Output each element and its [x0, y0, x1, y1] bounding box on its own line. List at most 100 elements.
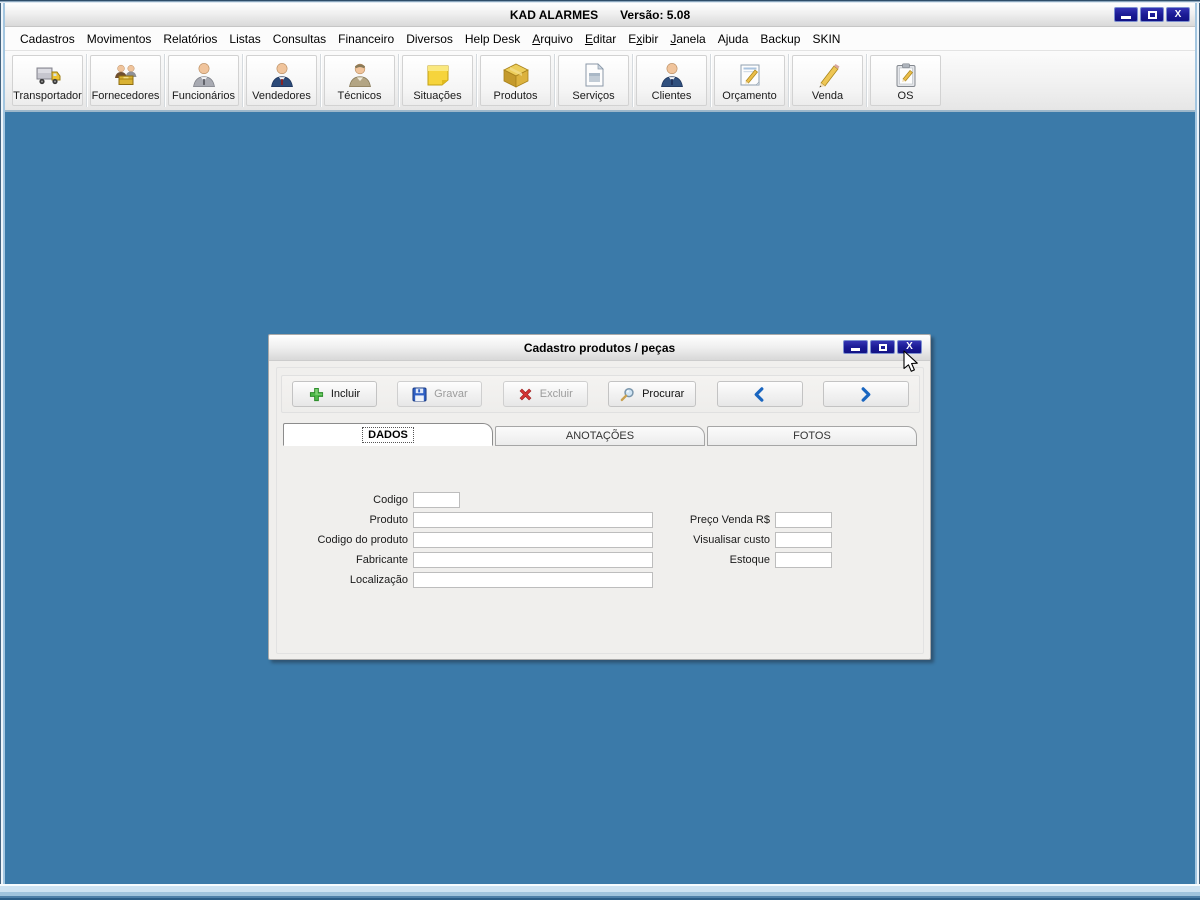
- tab-fotos[interactable]: FOTOS: [707, 426, 917, 446]
- maximize-button[interactable]: [1140, 7, 1164, 22]
- minimize-button[interactable]: [1114, 7, 1138, 22]
- toolbar-button-vendedores[interactable]: Vendedores: [246, 55, 317, 106]
- tab-fotos-label: FOTOS: [793, 430, 831, 442]
- toolbar-label: Técnicos: [337, 90, 382, 102]
- toolbar-label: Produtos: [493, 90, 538, 102]
- main-titlebar: KAD ALARMES Versão: 5.08 X: [3, 3, 1197, 27]
- employee-icon: [192, 63, 215, 88]
- dialog-tabs: DADOS ANOTAÇÕES FOTOS: [283, 423, 917, 446]
- maximize-icon: [878, 343, 887, 351]
- toolbar-label: Venda: [811, 90, 844, 102]
- estoque-input[interactable]: [775, 551, 832, 568]
- incluir-button[interactable]: Incluir: [292, 381, 377, 407]
- plus-icon: [309, 387, 323, 401]
- previous-record-button[interactable]: [716, 381, 803, 407]
- menu-skin[interactable]: SKIN: [806, 29, 846, 49]
- field-row-produto: Produto: [273, 511, 653, 528]
- app-name: KAD ALARMES: [509, 7, 599, 22]
- toolbar-button-situacoes[interactable]: Situações: [402, 55, 473, 106]
- toolbar-separator: [86, 54, 87, 107]
- preco-venda-input[interactable]: [775, 511, 832, 528]
- search-icon: [620, 387, 634, 401]
- menu-relatorios[interactable]: Relatórios: [157, 29, 223, 49]
- dialog-close-button[interactable]: X: [897, 340, 922, 354]
- field-row-codigo-do-produto: Codigo do produto: [273, 531, 653, 548]
- preco-venda-label: Preço Venda R$: [689, 513, 770, 526]
- dialog-window-controls: X: [843, 340, 922, 354]
- toolbar-label: Vendedores: [252, 90, 311, 102]
- toolbar-separator: [866, 54, 867, 107]
- clipboard-pencil-icon: [896, 63, 915, 87]
- toolbar-button-os[interactable]: OS: [870, 55, 941, 106]
- toolbar-label: Fornecedores: [91, 90, 160, 102]
- gravar-label: Gravar: [434, 388, 468, 400]
- menu-help-desk[interactable]: Help Desk: [459, 29, 526, 49]
- toolbar-button-clientes[interactable]: Clientes: [636, 55, 707, 106]
- menu-arquivo[interactable]: Arquivo: [526, 29, 579, 49]
- next-record-button[interactable]: [822, 381, 909, 407]
- toolbar-label: Orçamento: [722, 90, 777, 102]
- field-row-fabricante: Fabricante: [273, 551, 653, 568]
- toolbar-label: Clientes: [651, 90, 692, 102]
- excluir-button[interactable]: Excluir: [502, 381, 588, 407]
- minimize-icon: [851, 347, 860, 351]
- toolbar-separator: [320, 54, 321, 107]
- tab-dados-label: DADOS: [362, 426, 414, 443]
- toolbar-button-servicos[interactable]: Serviços: [558, 55, 629, 106]
- toolbar-button-venda[interactable]: Venda: [792, 55, 863, 106]
- dialog-titlebar: Cadastro produtos / peças X: [269, 335, 930, 361]
- chevron-right-icon: [862, 386, 871, 402]
- salesperson-icon: [270, 63, 293, 88]
- fabricante-label: Fabricante: [356, 553, 408, 566]
- toolbar-button-fornecedores[interactable]: Fornecedores: [90, 55, 161, 106]
- excluir-label: Excluir: [539, 388, 573, 400]
- menu-ajuda[interactable]: Ajuda: [712, 29, 755, 49]
- close-icon: X: [1174, 8, 1182, 20]
- codigo-label: Codigo: [373, 493, 408, 506]
- dialog-maximize-button[interactable]: [870, 340, 895, 354]
- field-row-localizacao: Localização: [273, 571, 653, 588]
- produto-input[interactable]: [413, 511, 653, 528]
- localizacao-input[interactable]: [413, 571, 653, 588]
- visualisar-custo-label: Visualisar custo: [693, 533, 770, 546]
- box-icon: [502, 63, 529, 88]
- toolbar-button-funcionarios[interactable]: Funcionários: [168, 55, 239, 106]
- procurar-button[interactable]: Procurar: [608, 381, 697, 407]
- menubar: Cadastros Movimentos Relatórios Listas C…: [5, 27, 1195, 51]
- toolbar-button-orcamento[interactable]: Orçamento: [714, 55, 785, 106]
- toolbar-button-transportador[interactable]: Transportador: [12, 55, 83, 106]
- menu-backup[interactable]: Backup: [754, 29, 806, 49]
- tab-dados[interactable]: DADOS: [283, 423, 493, 446]
- codigo-do-produto-input[interactable]: [413, 531, 653, 548]
- menu-consultas[interactable]: Consultas: [267, 29, 332, 49]
- menu-movimentos[interactable]: Movimentos: [81, 29, 158, 49]
- main-window-title: KAD ALARMES Versão: 5.08: [510, 8, 690, 22]
- app-version: Versão: 5.08: [620, 7, 691, 22]
- menu-cadastros[interactable]: Cadastros: [14, 29, 81, 49]
- dialog-cadastro-produtos: Cadastro produtos / peças X Incluir Grav…: [268, 334, 931, 660]
- visualisar-custo-input[interactable]: [775, 531, 832, 548]
- menu-financeiro[interactable]: Financeiro: [332, 29, 400, 49]
- toolbar-label: Transportador: [13, 90, 82, 102]
- note-pencil-icon: [740, 64, 759, 86]
- menu-janela[interactable]: Janela: [664, 29, 711, 49]
- menu-diversos[interactable]: Diversos: [400, 29, 459, 49]
- toolbar-button-produtos[interactable]: Produtos: [480, 55, 551, 106]
- menu-exibir[interactable]: Exibir: [622, 29, 664, 49]
- tab-anotacoes[interactable]: ANOTAÇÕES: [495, 426, 705, 446]
- truck-icon: [36, 67, 60, 85]
- gravar-button[interactable]: Gravar: [397, 381, 483, 407]
- menu-editar[interactable]: Editar: [579, 29, 622, 49]
- incluir-label: Incluir: [330, 388, 361, 400]
- maximize-icon: [1147, 10, 1157, 19]
- fabricante-input[interactable]: [413, 551, 653, 568]
- dialog-minimize-button[interactable]: [843, 340, 868, 354]
- codigo-input[interactable]: [413, 491, 460, 508]
- field-row-estoque: Estoque: [649, 551, 832, 568]
- dialog-button-bar: Incluir Gravar Excluir Procurar: [281, 375, 920, 413]
- minimize-icon: [1121, 15, 1131, 19]
- toolbar-button-tecnicos[interactable]: Técnicos: [324, 55, 395, 106]
- menu-listas[interactable]: Listas: [223, 29, 266, 49]
- close-button[interactable]: X: [1166, 7, 1190, 22]
- toolbar-separator: [710, 54, 711, 107]
